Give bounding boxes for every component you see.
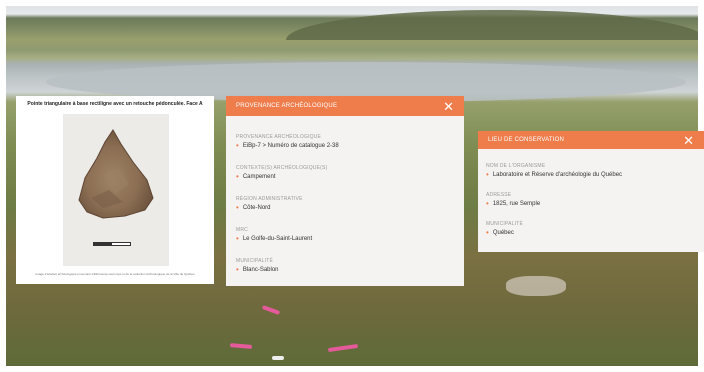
conservation-panel-header: LIEU DE CONSERVATION ✕ bbox=[478, 131, 704, 149]
field-value: Laboratoire et Réserve d'archéologie du … bbox=[492, 172, 623, 178]
bullet-icon: • bbox=[236, 203, 239, 212]
provenance-panel: PROVENANCE ARCHÉOLOGIQUE ✕ PROVENANCE AR… bbox=[226, 96, 464, 286]
field-contexte: CONTEXTE(S) ARCHÉOLOGIQUE(S) • Campement bbox=[236, 165, 454, 181]
field-label: MUNICIPALITÉ bbox=[486, 221, 524, 227]
field-adresse: ADRESSE • 1825, rue Semple bbox=[486, 192, 696, 208]
field-region: RÉGION ADMINISTRATIVE • Côte-Nord bbox=[236, 196, 454, 212]
provenance-panel-header: PROVENANCE ARCHÉOLOGIQUE ✕ bbox=[226, 96, 464, 116]
artifact-image-card: Pointe triangulaire à base rectiligne av… bbox=[16, 96, 214, 284]
field-label: MRC bbox=[236, 227, 248, 233]
survey-flag bbox=[272, 356, 284, 360]
image-credit: Image d'artefact archéologique provenant… bbox=[35, 272, 195, 276]
field-label: NOM DE L'ORGANISME bbox=[486, 163, 546, 169]
field-value: Le Golfe-du-Saint-Laurent bbox=[242, 236, 313, 242]
field-label: RÉGION ADMINISTRATIVE bbox=[236, 196, 303, 202]
close-icon[interactable]: ✕ bbox=[683, 134, 694, 147]
bullet-icon: • bbox=[236, 265, 239, 274]
field-value: 1825, rue Semple bbox=[492, 201, 541, 207]
conservation-panel-title: LIEU DE CONSERVATION bbox=[488, 137, 565, 143]
field-value: EiBp-7 > Numéro de catalogue 2-38 bbox=[242, 143, 339, 149]
background-rock bbox=[506, 276, 566, 296]
scale-bar bbox=[93, 242, 131, 246]
survey-flag bbox=[327, 343, 359, 353]
field-value: Côte-Nord bbox=[242, 205, 271, 211]
bullet-icon: • bbox=[236, 234, 239, 243]
artifact-photo[interactable] bbox=[63, 114, 169, 266]
field-label: ADRESSE bbox=[486, 192, 512, 198]
survey-flag bbox=[229, 343, 253, 349]
bullet-icon: • bbox=[236, 172, 239, 181]
bullet-icon: • bbox=[236, 141, 239, 150]
bullet-icon: • bbox=[486, 170, 489, 179]
bullet-icon: • bbox=[486, 228, 489, 237]
field-provenance: PROVENANCE ARCHÉOLOGIQUE • EiBp-7 > Numér… bbox=[236, 134, 454, 150]
field-label: MUNICIPALITÉ bbox=[236, 258, 274, 264]
field-value: Campement bbox=[242, 174, 276, 180]
artifact-caption: Pointe triangulaire à base rectiligne av… bbox=[27, 101, 203, 107]
survey-flag bbox=[261, 305, 281, 315]
field-mrc: MRC • Le Golfe-du-Saint-Laurent bbox=[236, 227, 454, 243]
bullet-icon: • bbox=[486, 199, 489, 208]
field-organisme: NOM DE L'ORGANISME • Laboratoire et Réser… bbox=[486, 163, 696, 179]
field-municipalite: MUNICIPALITÉ • Québec bbox=[486, 221, 696, 237]
field-value: Blanc-Sablon bbox=[242, 267, 279, 273]
field-value: Québec bbox=[492, 230, 514, 236]
field-label: PROVENANCE ARCHÉOLOGIQUE bbox=[236, 134, 322, 140]
close-icon[interactable]: ✕ bbox=[443, 100, 454, 113]
provenance-panel-title: PROVENANCE ARCHÉOLOGIQUE bbox=[236, 103, 338, 109]
field-municipalite: MUNICIPALITÉ • Blanc-Sablon bbox=[236, 258, 454, 274]
conservation-panel: LIEU DE CONSERVATION ✕ NOM DE L'ORGANISM… bbox=[478, 131, 704, 252]
background-hill bbox=[286, 10, 698, 40]
field-label: CONTEXTE(S) ARCHÉOLOGIQUE(S) bbox=[236, 165, 328, 171]
